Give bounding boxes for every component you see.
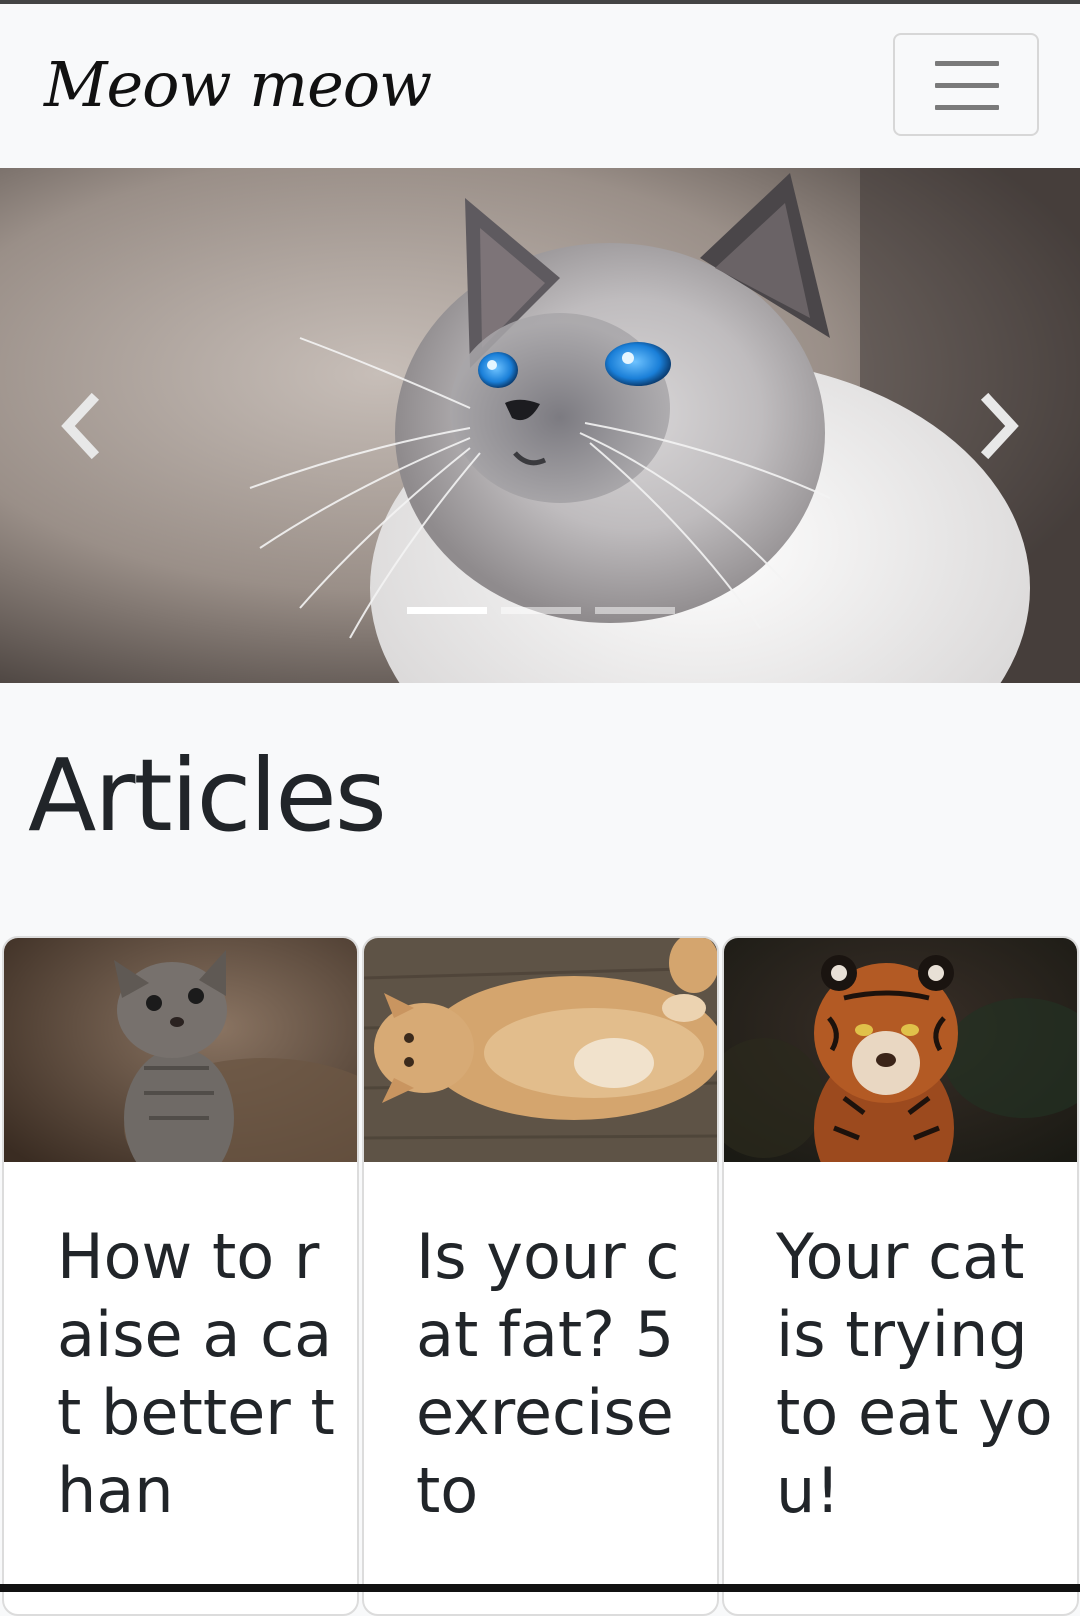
menu-toggle-button[interactable]: [893, 33, 1039, 136]
gray-kitten-photo: [4, 938, 357, 1162]
article-card[interactable]: Is your cat fat? 5 exrecise to: [362, 936, 719, 1616]
chevron-right-icon: [980, 392, 1019, 460]
navbar: Meow meow: [0, 4, 1080, 168]
brand-logo[interactable]: Meow meow: [44, 48, 432, 121]
article-cards: How to raise a cat better than Is your c…: [2, 936, 1080, 1616]
carousel-indicator-1[interactable]: [407, 607, 487, 614]
article-title[interactable]: Is your cat fat? 5 exrecise to: [416, 1218, 696, 1530]
chevron-left-icon: [61, 392, 100, 460]
carousel-indicator-2[interactable]: [501, 607, 581, 614]
carousel-indicator-3[interactable]: [595, 607, 675, 614]
tiger-photo: [724, 938, 1077, 1162]
article-title[interactable]: How to raise a cat better than: [57, 1218, 337, 1530]
articles-heading: Articles: [28, 737, 387, 854]
article-card[interactable]: Your cat is trying to eat you!: [722, 936, 1079, 1616]
carousel-prev-button[interactable]: [50, 388, 110, 478]
article-card[interactable]: How to raise a cat better than: [2, 936, 359, 1616]
carousel-next-button[interactable]: [970, 388, 1030, 478]
article-title[interactable]: Your cat is trying to eat you!: [776, 1218, 1056, 1530]
hero-carousel: [0, 168, 1080, 683]
bottom-edge: [0, 1584, 1080, 1592]
orange-fat-cat-photo: [364, 938, 717, 1162]
siamese-cat-blue-eyes-photo: [0, 168, 1080, 683]
carousel-indicators: [407, 607, 675, 615]
